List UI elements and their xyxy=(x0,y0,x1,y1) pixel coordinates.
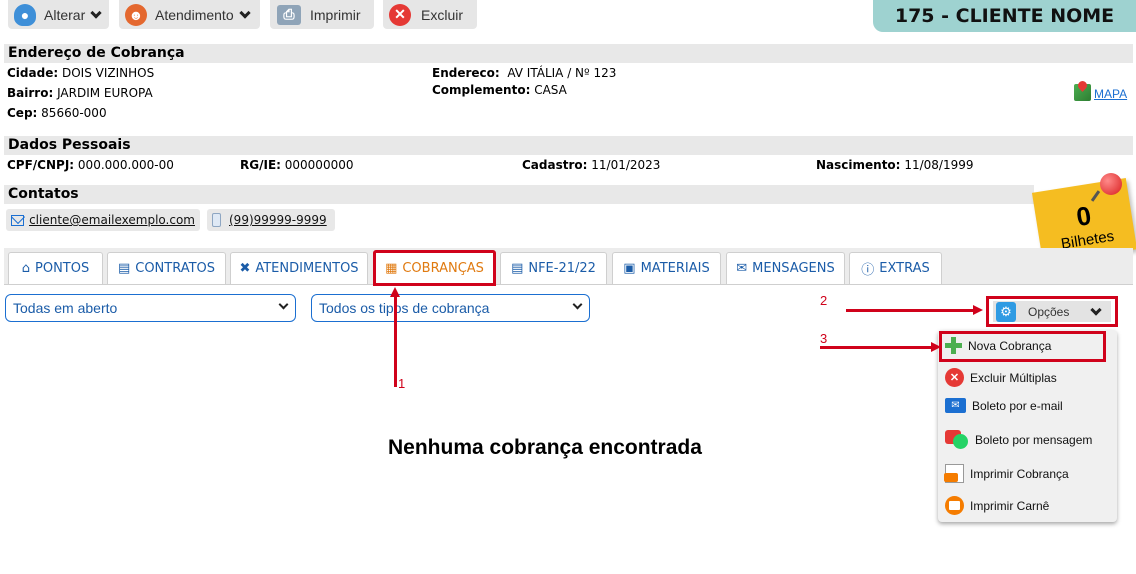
chevron-down-icon xyxy=(238,6,251,19)
email-icon: ✉ xyxy=(945,398,966,413)
mobile-phone-icon xyxy=(212,213,221,227)
type-filter-select[interactable]: Todos os tipos de cobrança xyxy=(311,294,590,322)
annotation-arrowhead-2 xyxy=(973,305,983,315)
empty-state-message: Nenhuma cobrança encontrada xyxy=(388,436,702,459)
tab-contratos[interactable]: ▤ CONTRATOS xyxy=(107,252,226,284)
atendimento-label: Atendimento xyxy=(155,6,234,23)
cadastro-field: Cadastro: 11/01/2023 xyxy=(522,158,661,172)
plus-icon xyxy=(945,337,962,354)
support-agent-icon: ☻ xyxy=(125,3,147,26)
client-title: 175 - CLIENTE NOME xyxy=(873,0,1136,32)
whatsapp-icon xyxy=(945,430,969,449)
info-icon: ⓘ xyxy=(861,263,875,278)
endereco-field: Endereco: AV ITÁLIA / Nº 123 xyxy=(432,66,617,80)
excluir-label: Excluir xyxy=(421,6,464,23)
nascimento-field: Nascimento: 11/08/1999 xyxy=(816,158,974,172)
tab-nfe[interactable]: ▤ NFE-21/22 xyxy=(500,252,607,284)
tools-icon: ✖ xyxy=(239,261,251,276)
bairro-field: Bairro: JARDIM EUROPA xyxy=(7,86,153,100)
menu-item-boleto-mensagem[interactable]: Boleto por mensagem xyxy=(945,430,1092,449)
chevron-down-icon xyxy=(572,299,583,310)
annotation-arrowhead-1 xyxy=(390,287,400,297)
billing-address-header: Endereço de Cobrança xyxy=(4,44,1133,63)
user-icon: ● xyxy=(14,3,36,26)
options-label: Opções xyxy=(1028,304,1070,319)
delete-icon: ✕ xyxy=(945,368,964,387)
annotation-arrow-1 xyxy=(394,297,397,387)
annotation-arrowhead-3 xyxy=(931,342,941,352)
tab-divider xyxy=(4,284,1133,285)
complemento-field: Complemento: CASA xyxy=(432,83,567,97)
menu-item-imprimir-carne[interactable]: Imprimir Carnê xyxy=(945,496,1049,515)
rg-field: RG/IE: 000000000 xyxy=(240,158,354,172)
contacts-header: Contatos xyxy=(4,185,1034,204)
excluir-button[interactable]: ✕ Excluir xyxy=(383,0,477,29)
tab-materiais[interactable]: ▣ MATERIAIS xyxy=(612,252,721,284)
tab-pontos[interactable]: ⌂ PONTOS xyxy=(8,252,103,284)
annotation-arrow-3 xyxy=(820,346,932,349)
gear-icon: ⚙ xyxy=(996,301,1016,322)
chevron-down-icon xyxy=(90,6,102,19)
atendimento-button[interactable]: ☻ Atendimento xyxy=(119,0,260,29)
tab-atendimentos[interactable]: ✖ ATENDIMENTOS xyxy=(230,252,368,284)
menu-item-imprimir-cobranca[interactable]: Imprimir Cobrança xyxy=(944,464,1069,483)
cidade-field: Cidade: DOIS VIZINHOS xyxy=(7,66,155,80)
email-contact[interactable]: cliente@emailexemplo.com xyxy=(6,209,200,231)
box-icon: ▣ xyxy=(623,261,636,276)
status-filter-select[interactable]: Todas em aberto xyxy=(5,294,296,322)
chevron-down-icon xyxy=(278,299,289,310)
imprimir-label: Imprimir xyxy=(310,6,361,23)
invoice-icon: ▦ xyxy=(385,260,398,276)
alterar-button[interactable]: ● Alterar xyxy=(8,0,109,29)
pushpin-icon xyxy=(1100,173,1122,195)
annotation-number-1: 1 xyxy=(398,376,406,391)
annotation-number-2: 2 xyxy=(820,293,828,308)
menu-item-boleto-email[interactable]: ✉ Boleto por e-mail xyxy=(945,398,1063,413)
print-invoice-icon xyxy=(944,464,964,483)
menu-item-nova-cobranca[interactable]: Nova Cobrança xyxy=(945,337,1051,354)
tab-cobrancas[interactable]: ▦ COBRANÇAS xyxy=(373,250,496,286)
phone-contact[interactable]: (99)99999-9999 xyxy=(207,209,335,231)
printer-icon: ⎙ xyxy=(277,4,301,25)
envelope-icon xyxy=(10,209,26,226)
options-button[interactable]: ⚙ Opções xyxy=(986,296,1118,327)
annotation-number-3: 3 xyxy=(820,331,828,346)
contract-icon: ▤ xyxy=(117,261,131,276)
delete-icon: ✕ xyxy=(389,3,411,26)
personal-data-header: Dados Pessoais xyxy=(4,136,1133,155)
tab-mensagens[interactable]: ✉ MENSAGENS xyxy=(726,252,845,284)
cpf-field: CPF/CNPJ: 000.000.000-00 xyxy=(7,158,174,172)
map-icon xyxy=(1074,79,1091,101)
cep-field: Cep: 85660-000 xyxy=(7,106,107,120)
home-icon: ⌂ xyxy=(21,261,31,276)
annotation-arrow-2 xyxy=(846,309,974,312)
document-icon: ▤ xyxy=(511,261,524,276)
imprimir-button[interactable]: ⎙ Imprimir xyxy=(270,0,374,29)
menu-item-excluir-multiplas[interactable]: ✕ Excluir Múltiplas xyxy=(945,368,1057,387)
tab-extras[interactable]: ⓘ EXTRAS xyxy=(849,252,942,284)
chevron-down-icon xyxy=(1090,303,1103,316)
alterar-label: Alterar xyxy=(44,6,86,23)
map-link[interactable]: MAPA xyxy=(1074,79,1127,101)
envelope-icon: ✉ xyxy=(736,261,748,276)
print-booklet-icon xyxy=(945,496,964,515)
